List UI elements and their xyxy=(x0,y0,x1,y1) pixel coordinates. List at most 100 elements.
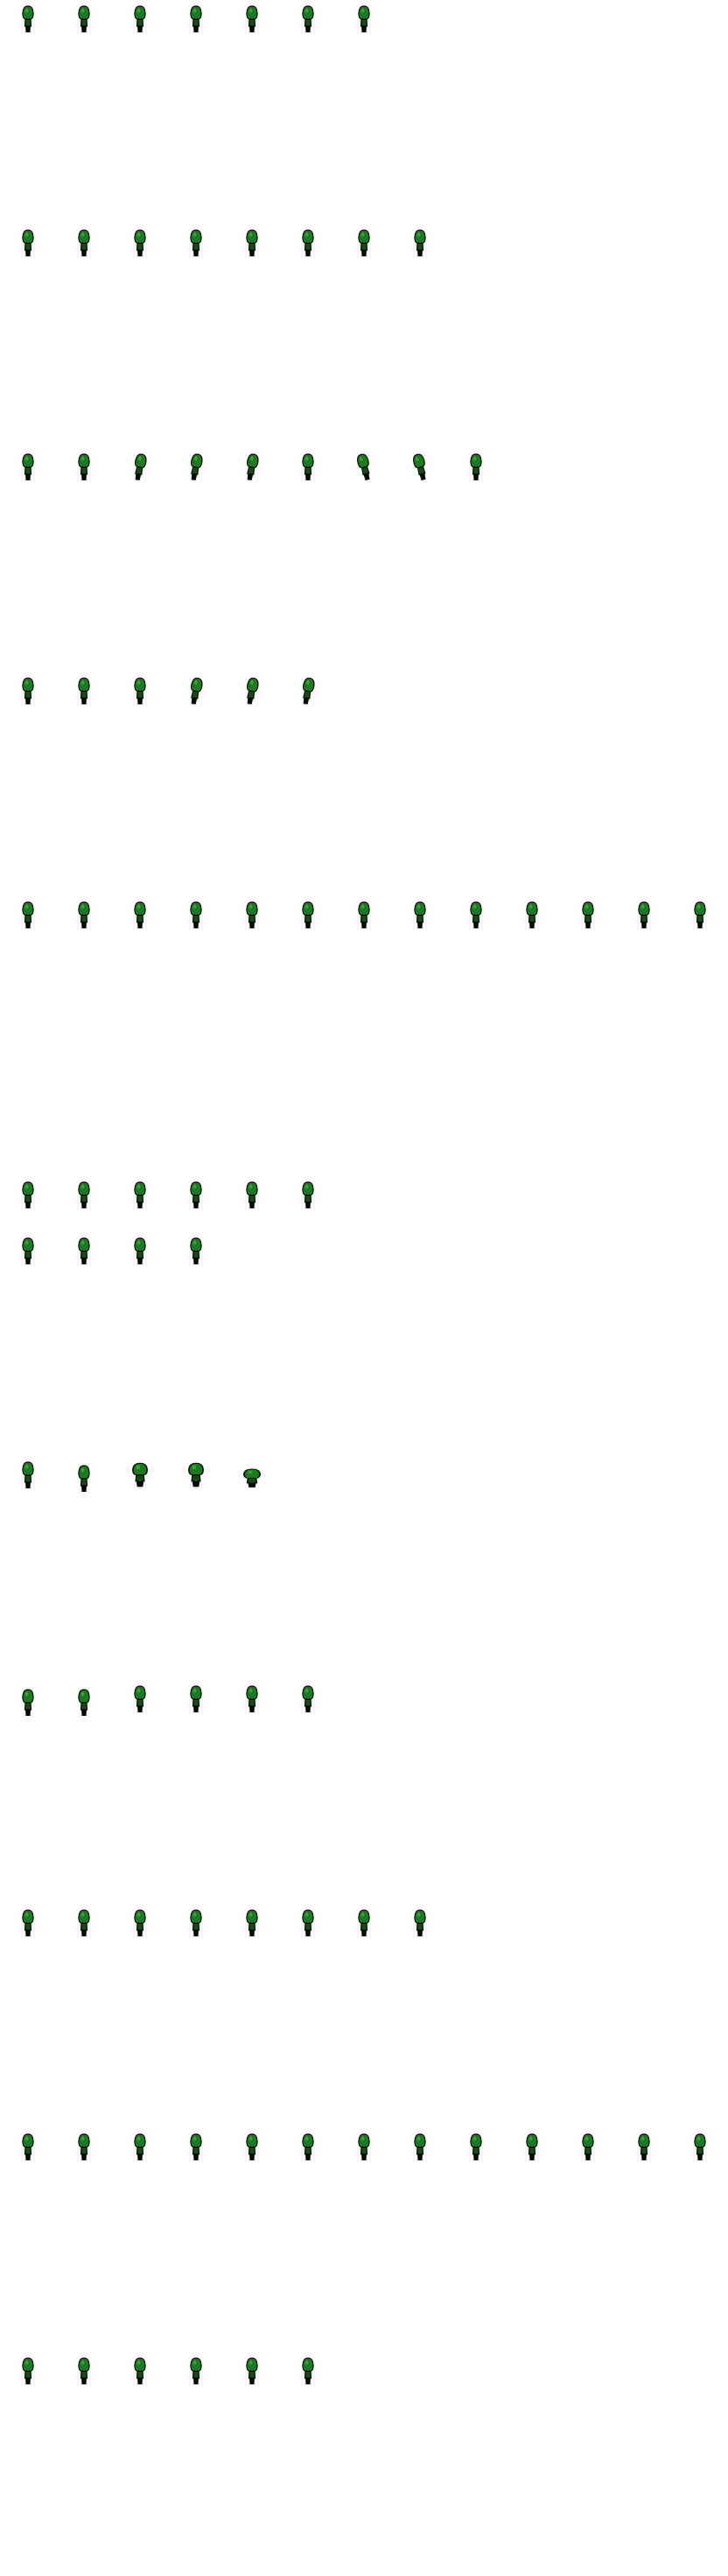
sprite-frame xyxy=(0,1680,56,1736)
sprite-frame xyxy=(56,672,112,728)
sprite-frame xyxy=(336,2128,392,2184)
sprite-frame xyxy=(560,896,616,952)
sprite-frame xyxy=(168,1904,224,1960)
sprite-frame xyxy=(112,224,168,280)
sprite-frame xyxy=(0,672,56,728)
sprite-frame xyxy=(112,448,168,504)
sprite-frame xyxy=(168,672,224,728)
sprite-frame xyxy=(0,896,56,952)
sprite-frame xyxy=(112,0,168,56)
sprite-frame xyxy=(56,896,112,952)
sprite-frame xyxy=(448,448,504,504)
animation-row-4 xyxy=(0,672,728,784)
sprite-frame xyxy=(280,1680,336,1736)
sprite-frame xyxy=(56,1176,112,1232)
sprite-frame xyxy=(168,2128,224,2184)
sprite-frame xyxy=(112,1456,168,1512)
sprite-frame xyxy=(224,1176,280,1232)
animation-row-8 xyxy=(0,1680,728,1792)
sprite-frame xyxy=(56,1456,112,1512)
sprite-frame xyxy=(448,896,504,952)
animation-row-9 xyxy=(0,1904,728,2016)
sprite-frame xyxy=(280,0,336,56)
sprite-frame xyxy=(448,2128,504,2184)
sprite-frame xyxy=(224,672,280,728)
sprite-frame xyxy=(392,448,448,504)
animation-row-11 xyxy=(0,2352,728,2464)
sprite-frame xyxy=(56,448,112,504)
sprite-frame xyxy=(672,896,728,952)
sprite-frame xyxy=(168,1456,224,1512)
sprite-frame xyxy=(280,1176,336,1232)
sprite-frame xyxy=(224,448,280,504)
sprite-frame xyxy=(112,1904,168,1960)
sprite-frame xyxy=(0,1232,56,1288)
sprite-frame xyxy=(224,0,280,56)
sprite-frame xyxy=(280,896,336,952)
sprite-frame xyxy=(280,448,336,504)
sprite-frame xyxy=(0,1904,56,1960)
sprite-frame xyxy=(280,224,336,280)
sprite-frame xyxy=(168,0,224,56)
sprite-frame xyxy=(504,2128,560,2184)
animation-row-6 xyxy=(0,1176,728,1288)
sprite-frame xyxy=(560,2128,616,2184)
sprite-frame xyxy=(168,448,224,504)
sprite-frame xyxy=(112,896,168,952)
sprite-frame xyxy=(224,1904,280,1960)
sprite-frame xyxy=(112,1680,168,1736)
animation-row-7 xyxy=(0,1456,728,1568)
sprite-frame xyxy=(112,2128,168,2184)
sprite-frame xyxy=(336,224,392,280)
sprite-frame xyxy=(504,896,560,952)
sprite-frame xyxy=(224,2352,280,2408)
animation-row-2 xyxy=(0,224,728,336)
sprite-frame xyxy=(224,224,280,280)
sprite-frame xyxy=(336,0,392,56)
sprite-frame xyxy=(56,2128,112,2184)
sprite-frame xyxy=(392,896,448,952)
animation-row-10 xyxy=(0,2128,728,2240)
sprite-frame xyxy=(56,2352,112,2408)
sprite-frame xyxy=(168,896,224,952)
sprite-frame xyxy=(168,1176,224,1232)
sprite-sheet xyxy=(0,0,728,2576)
sprite-frame xyxy=(392,224,448,280)
sprite-frame xyxy=(56,1904,112,1960)
sprite-frame xyxy=(112,2352,168,2408)
sprite-frame xyxy=(392,1904,448,1960)
sprite-frame xyxy=(224,1680,280,1736)
sprite-frame xyxy=(616,2128,672,2184)
sprite-frame xyxy=(280,2128,336,2184)
sprite-frame xyxy=(56,224,112,280)
sprite-frame xyxy=(0,1176,56,1232)
sprite-frame xyxy=(280,672,336,728)
animation-row-3 xyxy=(0,448,728,560)
sprite-frame xyxy=(336,1904,392,1960)
sprite-frame xyxy=(224,1456,280,1512)
sprite-frame xyxy=(56,1680,112,1736)
sprite-frame xyxy=(0,0,56,56)
sprite-frame xyxy=(0,2352,56,2408)
sprite-frame xyxy=(0,448,56,504)
sprite-frame xyxy=(0,224,56,280)
sprite-frame xyxy=(224,896,280,952)
animation-row-1 xyxy=(0,0,728,112)
sprite-frame xyxy=(336,448,392,504)
sprite-frame xyxy=(280,1904,336,1960)
sprite-frame xyxy=(168,1680,224,1736)
sprite-frame xyxy=(0,2128,56,2184)
sprite-frame xyxy=(56,1232,112,1288)
animation-row-5 xyxy=(0,896,728,1008)
sprite-frame xyxy=(616,896,672,952)
sprite-frame xyxy=(0,1456,56,1512)
sprite-frame xyxy=(168,1232,224,1288)
sprite-frame xyxy=(112,672,168,728)
sprite-frame xyxy=(672,2128,728,2184)
sprite-frame xyxy=(168,2352,224,2408)
sprite-frame xyxy=(168,224,224,280)
sprite-frame xyxy=(336,896,392,952)
sprite-frame xyxy=(392,2128,448,2184)
sprite-frame xyxy=(112,1232,168,1288)
sprite-frame xyxy=(56,0,112,56)
